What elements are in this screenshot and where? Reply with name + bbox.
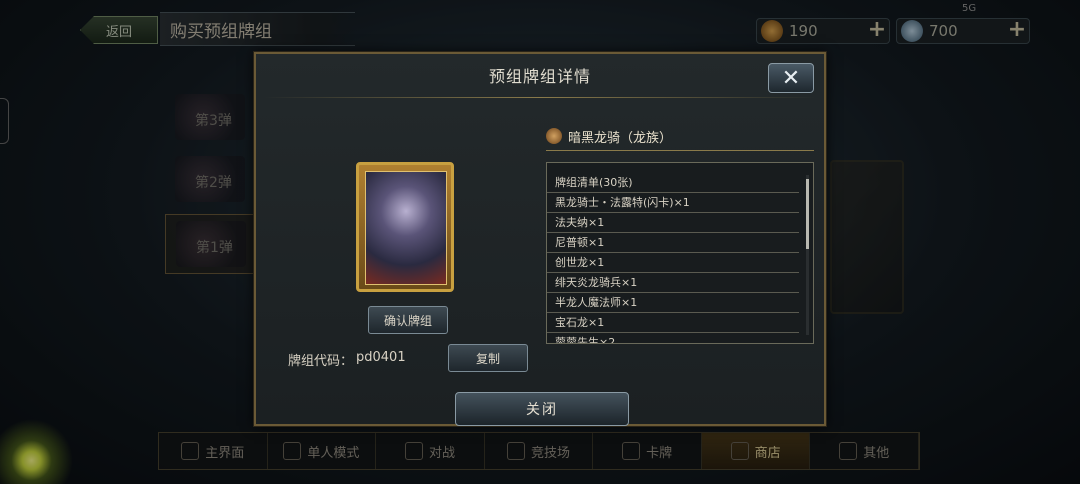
list-item: 半龙人魔法师×1 [547, 293, 799, 313]
confirm-deck-button[interactable]: 确认牌组 [368, 306, 448, 334]
deck-name-header: 暗黑龙骑（龙族） [546, 124, 816, 148]
deck-detail-dialog: 预组牌组详情 ✕ 确认牌组 牌组代码： pd0401 复制 暗黑龙骑（龙族） 牌… [254, 52, 826, 426]
list-item: 创世龙×1 [547, 253, 799, 273]
deck-card-list[interactable]: 牌组清单(30张) 黑龙骑士・法露特(闪卡)×1 法夫纳×1 尼普顿×1 创世龙… [546, 162, 814, 344]
list-item: 法夫纳×1 [547, 213, 799, 233]
list-item: 黑龙骑士・法露特(闪卡)×1 [547, 193, 799, 213]
list-header: 牌组清单(30张) [547, 173, 799, 193]
close-button[interactable]: 关闭 [455, 392, 629, 426]
list-item: 绯天炎龙骑兵×1 [547, 273, 799, 293]
deck-name: 暗黑龙骑（龙族） [568, 130, 673, 146]
scrollbar-thumb[interactable] [806, 179, 809, 249]
close-icon[interactable]: ✕ [768, 63, 814, 93]
deck-box-image [356, 162, 454, 292]
deck-name-divider [546, 150, 814, 151]
list-item: 尼普顿×1 [547, 233, 799, 253]
title-divider [264, 97, 816, 98]
deck-class-icon [546, 128, 562, 144]
copy-button[interactable]: 复制 [448, 344, 528, 372]
deck-art [365, 171, 447, 285]
deck-code-label: 牌组代码： [288, 354, 354, 369]
dialog-title: 预组牌组详情 [488, 67, 591, 86]
list-item: 蓉蓉先生×2 [547, 333, 799, 343]
list-item: 宝石龙×1 [547, 313, 799, 333]
deck-code-value: pd0401 [356, 350, 406, 365]
